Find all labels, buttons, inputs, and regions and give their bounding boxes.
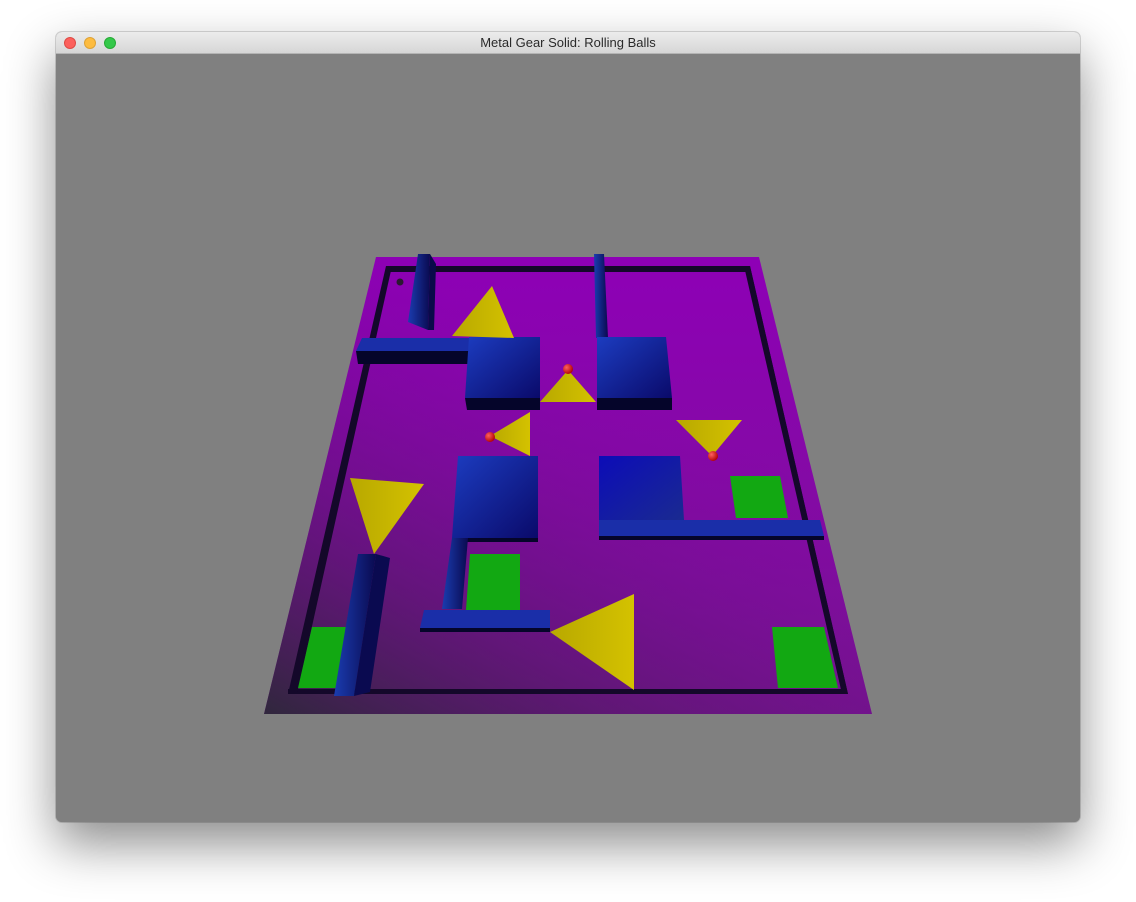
wall-bar-bottom-middle-face xyxy=(420,628,550,632)
wall-block-center-left-face xyxy=(465,398,540,410)
player-ball xyxy=(396,278,404,286)
goal-pad-2 xyxy=(466,554,520,610)
wall-bar-middle-right xyxy=(599,520,824,536)
game-viewport[interactable] xyxy=(56,54,1080,822)
minimize-window-button[interactable] xyxy=(84,37,96,49)
zoom-window-button[interactable] xyxy=(104,37,116,49)
wall-bar-bottom-middle xyxy=(420,610,550,628)
title-bar[interactable]: Metal Gear Solid: Rolling Balls xyxy=(56,32,1080,54)
wall-top-left-horizontal xyxy=(356,338,476,351)
wall-bar-middle-right-face xyxy=(599,536,824,540)
wall-top-left-horizontal-face xyxy=(356,351,476,364)
wall-block-middle-right xyxy=(599,456,684,520)
enemy-ball-1 xyxy=(563,364,573,374)
goal-pad-1 xyxy=(730,476,788,518)
app-window: Metal Gear Solid: Rolling Balls xyxy=(56,32,1080,822)
wall-block-center-right xyxy=(597,337,672,398)
wall-block-center-right-face xyxy=(597,398,672,410)
wall-block-middle-left xyxy=(452,456,538,538)
wall-block-center-left xyxy=(465,337,540,398)
enemy-ball-2 xyxy=(485,432,495,442)
window-title: Metal Gear Solid: Rolling Balls xyxy=(480,35,656,50)
game-scene xyxy=(264,254,872,714)
enemy-ball-3 xyxy=(708,451,718,461)
close-window-button[interactable] xyxy=(64,37,76,49)
